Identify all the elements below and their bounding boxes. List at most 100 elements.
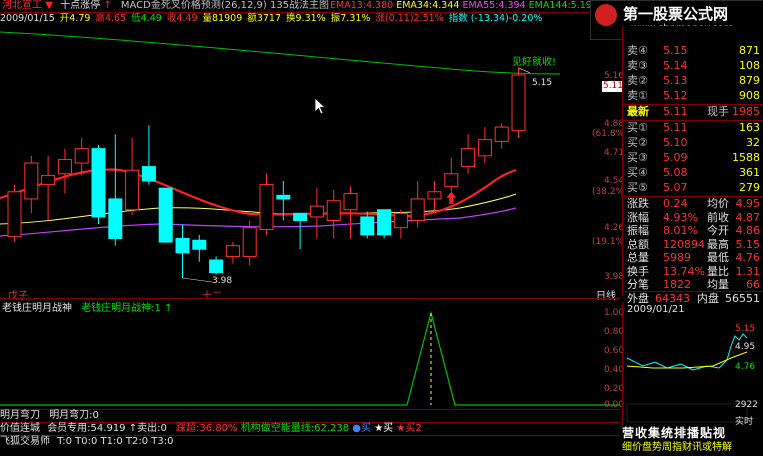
sell-level-4[interactable]: 卖④ 5.15 871 — [623, 44, 763, 58]
quote-stat-cell: 4.86 — [735, 224, 761, 237]
quote-stat-cell: 5989 — [663, 251, 691, 264]
quote-stat-cell: 最低 — [707, 251, 729, 264]
latest-price-row: 最新 5.11 现手 1985 — [627, 105, 760, 118]
candle-body — [209, 259, 224, 274]
ema144-label: EMA144:5.191 — [528, 0, 598, 11]
candle-body — [91, 148, 106, 218]
mode-label[interactable]: 十点涨停 — [60, 0, 100, 11]
indicator-value: 踩超:36.80% — [176, 423, 238, 434]
quote-stat-cell: 最高 — [707, 237, 729, 251]
banner-line-1[interactable]: 营收集统排播贴视 — [622, 426, 763, 441]
quote-stat-row: 涨幅 4.93% 前收 4.87 — [623, 211, 763, 225]
candle-body — [427, 191, 442, 200]
indicator-name: 价值连城 — [0, 423, 40, 434]
quote-stat-cell: 4.95 — [735, 197, 761, 210]
quote-stat-row: 总额 120894 最高 5.15 — [623, 238, 763, 252]
quote-stat-cell: 均量 — [707, 278, 729, 291]
trough-price-label: 3.98 — [212, 276, 233, 286]
candle-body — [175, 237, 190, 254]
indicator-label: MACD金死叉价格预测(26,12,9) 135战法主图 — [120, 0, 330, 11]
info-open: 开4.79 — [59, 13, 91, 24]
ema144-line — [0, 31, 561, 75]
peak-price-label: 5.15 — [532, 78, 553, 88]
quote-stat-cell: 涨跌 — [627, 197, 649, 210]
ema34-label: EMA34:4.344 — [396, 0, 460, 11]
candle-body — [377, 209, 392, 236]
info-change: 涨(0.11)2.51% — [375, 13, 444, 24]
quote-stat-cell: 4.87 — [735, 210, 761, 224]
buy-marker: ★买 — [374, 423, 394, 434]
ema55-label: EMA55:4.394 — [462, 0, 526, 11]
candle-body — [125, 169, 140, 211]
logo-icon — [595, 4, 617, 26]
candle-body — [7, 191, 22, 238]
quote-stat-cell: 1822 — [663, 278, 691, 291]
quote-stat-cell: 换手 — [627, 264, 649, 278]
mini-axis-label: 4.76 — [735, 362, 756, 372]
quote-stat-row: 分笔 1822 均量 66 — [623, 278, 763, 292]
quote-stat-cell: 1.31 — [735, 264, 761, 278]
buy-level-5[interactable]: 买⑤ 5.07 279 — [623, 181, 763, 195]
ema-legend: EMA13:4.380 EMA34:4.344 EMA55:4.394 EMA1… — [330, 0, 598, 12]
buy-level-1[interactable]: 买① 5.11 163 — [623, 121, 763, 135]
dropdown-arrow-icon[interactable]: ▼ — [45, 0, 53, 11]
buy-level-4[interactable]: 买④ 5.08 361 — [623, 166, 763, 180]
indicator-value: 会员专用:54.919 — [47, 423, 126, 434]
banner-line-2[interactable]: 细价盘势周指财讯或特解 — [622, 441, 763, 455]
sell-level-3[interactable]: 卖③ 5.14 108 — [623, 59, 763, 73]
buy-marker: ●买 — [352, 423, 372, 434]
mini-axis-label: 2922 — [735, 400, 758, 410]
quote-stat-cell: 5.15 — [735, 237, 761, 251]
info-amount: 额3717 — [247, 13, 281, 24]
bottom-indicators: 明月弯刀 明月弯刀:0 价值连城 会员专用:54.919 ↑卖出:0 踩超:36… — [0, 409, 620, 456]
buy-level-2[interactable]: 买② 5.10 32 — [623, 136, 763, 150]
quote-stat-row: 换手 13.74% 量比 1.31 — [623, 265, 763, 279]
quote-panel: 卖④ 5.15 871 卖③ 5.14 108 卖② 5.13 879 卖① 5… — [622, 26, 763, 306]
buy-level-3[interactable]: 买③ 5.09 1588 — [623, 151, 763, 165]
candle-body — [57, 158, 72, 175]
info-bar: 2009/01/15 开4.79 高4.65 低4.49 收4.49 量8190… — [0, 13, 620, 25]
quote-stat-cell: 均价 — [707, 197, 729, 210]
sell-level-1[interactable]: 卖① 5.12 908 — [623, 89, 763, 103]
indicator-name: 飞狐交易师 — [0, 436, 50, 447]
peak-pointer — [518, 67, 531, 74]
up-arrow-icon: ↑ — [103, 0, 112, 11]
indicator-value: 机构做空能量线:62.238 — [240, 423, 350, 434]
mini-axis-label: 4.95 — [735, 342, 756, 352]
candle-body — [24, 162, 39, 200]
trough-pointer — [182, 277, 213, 283]
quote-stat-row: 振幅 8.01% 今开 4.86 — [623, 224, 763, 238]
quote-stat-cell: 13.74% — [663, 264, 705, 278]
quote-stat-cell: 4.93% — [663, 210, 698, 224]
candle-body — [293, 212, 308, 222]
indicator-value: 明月弯刀:0 — [49, 410, 99, 421]
candle-body — [309, 205, 324, 218]
current-price-marker: 5.11 — [602, 81, 624, 92]
indicator-name: 明月弯刀 — [0, 410, 40, 421]
candle-body — [393, 212, 408, 229]
mouse-cursor-icon — [314, 97, 326, 115]
quote-stat-cell: 量比 — [707, 264, 729, 278]
signal-chart[interactable] — [0, 299, 620, 409]
candle-body — [192, 239, 207, 250]
candle-body — [360, 216, 375, 236]
candle-body — [477, 139, 492, 157]
candle-body — [259, 184, 274, 230]
quote-stat-row: 总量 5989 最低 4.76 — [623, 251, 763, 265]
bottom-banner: 营收集统排播贴视 细价盘势周指财讯或特解 — [622, 426, 763, 456]
candle-body — [242, 227, 257, 257]
stock-name[interactable]: 河北宣工 — [2, 0, 42, 11]
quote-stat-cell: 涨幅 — [627, 210, 649, 224]
sell-level-2[interactable]: 卖② 5.13 879 — [623, 74, 763, 88]
candle-body — [141, 166, 156, 182]
info-high: 高4.65 — [95, 13, 127, 24]
info-close: 收4.49 — [166, 13, 198, 24]
intraday-mini-chart[interactable]: 2009/01/21 5.15 4.95 4.76 2922 实时 — [622, 302, 763, 427]
candle-body — [494, 126, 509, 142]
candle-body — [444, 173, 459, 187]
quote-stat-cell: 总额 — [627, 237, 649, 251]
info-volume: 量81909 — [202, 13, 243, 24]
info-low: 低4.49 — [131, 13, 162, 24]
quote-stat-cell: 总量 — [627, 251, 649, 264]
info-index: 指数 (-13.34)-0.20% — [448, 13, 543, 24]
